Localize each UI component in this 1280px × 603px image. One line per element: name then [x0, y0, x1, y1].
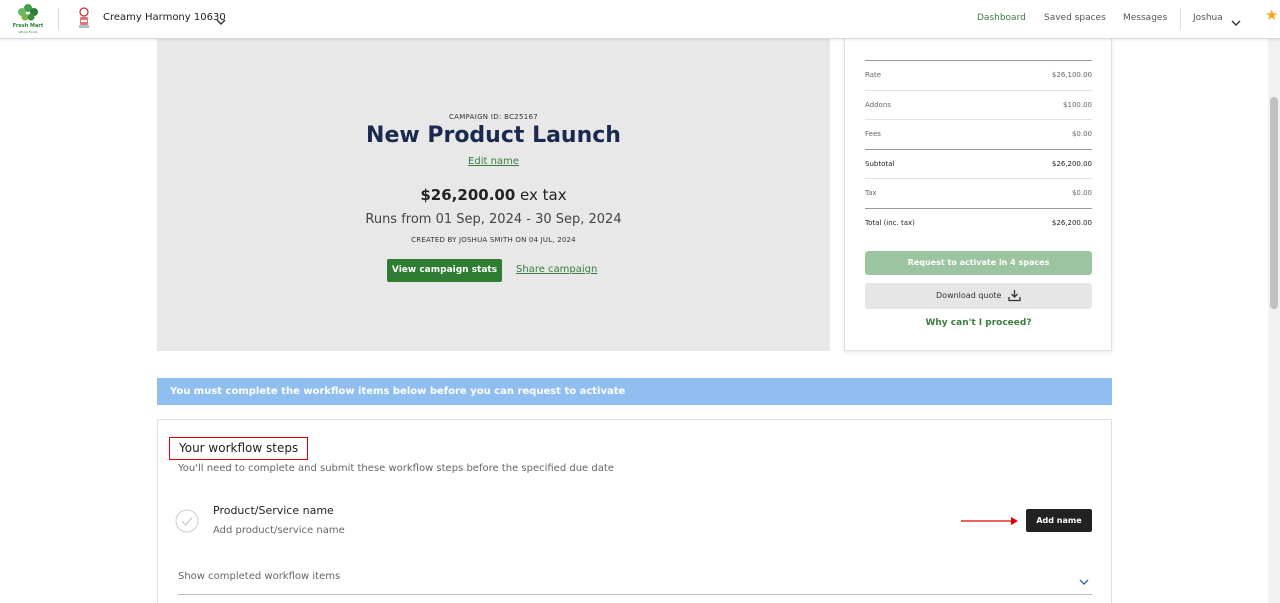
nav-divider: [58, 8, 59, 30]
price-row-total: Total (inc. tax) $26,200.00: [865, 208, 1092, 238]
add-name-button[interactable]: Add name: [1026, 509, 1092, 532]
price-row-label: Fees: [865, 130, 881, 138]
nav-saved-spaces-link[interactable]: Saved spaces: [1044, 13, 1106, 23]
price-row-rate: Rate $26,100.00: [865, 60, 1092, 90]
arrow-right-icon: [961, 512, 1021, 525]
price-row-tax: Tax $0.00: [865, 178, 1092, 208]
campaign-price: $26,200.00 ex tax: [157, 186, 830, 204]
price-suffix: ex tax: [515, 186, 567, 204]
logo-text: Fresh Mart: [12, 23, 44, 29]
nav-dashboard-link[interactable]: Dashboard: [977, 13, 1026, 23]
workflow-step-title: Product/Service name: [213, 504, 334, 517]
share-campaign-link[interactable]: Share campaign: [516, 264, 597, 275]
show-completed-toggle[interactable]: Show completed workflow items: [178, 571, 340, 582]
workflow-step-description: Add product/service name: [213, 525, 345, 536]
download-icon: [1008, 290, 1021, 302]
top-navigation: Fresh Mart Whole Foods Creamy Harmony 10…: [0, 0, 1280, 39]
price-row-value: $26,200.00: [1051, 160, 1092, 168]
user-menu[interactable]: Joshua: [1193, 13, 1223, 23]
star-icon[interactable]: ★: [1265, 8, 1278, 23]
price-row-fees: Fees $0.00: [865, 119, 1092, 149]
workflow-subtitle: You'll need to complete and submit these…: [178, 463, 614, 474]
price-row-label: Subtotal: [865, 160, 895, 168]
chevron-down-icon[interactable]: [216, 12, 226, 25]
nav-messages-link[interactable]: Messages: [1123, 13, 1167, 23]
workflow-card: Your workflow steps You'll need to compl…: [157, 419, 1112, 603]
workflow-warning-banner: You must complete the workflow items bel…: [157, 378, 1112, 405]
scrollbar-thumb[interactable]: [1270, 97, 1278, 309]
request-activate-button[interactable]: Request to activate in 4 spaces: [865, 251, 1092, 275]
price-row-label: Tax: [865, 189, 877, 197]
price-row-value: $0.00: [1071, 130, 1092, 138]
campaign-run-dates: Runs from 01 Sep, 2024 - 30 Sep, 2024: [365, 212, 622, 227]
price-row-label: Rate: [865, 71, 882, 79]
price-row-value: $26,100.00: [1051, 71, 1092, 79]
divider: [178, 594, 1092, 595]
price-row-label: Addons: [865, 101, 891, 109]
download-quote-button[interactable]: Download quote: [865, 283, 1092, 309]
campaign-title: New Product Launch: [366, 123, 621, 148]
edit-name-link[interactable]: Edit name: [157, 156, 830, 167]
price-row-value: $100.00: [1063, 101, 1092, 109]
chevron-down-icon[interactable]: [1079, 572, 1089, 585]
chevron-down-icon[interactable]: [1231, 13, 1241, 26]
store-icon: [75, 6, 93, 30]
why-cant-proceed-link[interactable]: Why can't I proceed?: [865, 318, 1092, 328]
store-name[interactable]: Creamy Harmony 10630: [103, 12, 226, 23]
download-quote-label: Download quote: [936, 291, 1002, 300]
check-circle-icon: [175, 509, 199, 533]
logo-icon[interactable]: Fresh Mart Whole Foods: [12, 3, 44, 35]
logo-subtext: Whole Foods: [18, 30, 38, 34]
workflow-title: Your workflow steps: [169, 437, 309, 460]
price-row-label: Total (inc. tax): [865, 219, 915, 227]
nav-divider: [1180, 8, 1181, 30]
pricing-summary-panel: Rate $26,100.00 Addons $100.00 Fees $0.0…: [844, 39, 1112, 351]
price-amount: $26,200.00: [420, 186, 516, 204]
campaign-created-by: CREATED BY JOSHUA SMITH ON 04 JUL, 2024: [411, 236, 576, 244]
price-row-subtotal: Subtotal $26,200.00: [865, 149, 1092, 179]
view-campaign-stats-button[interactable]: View campaign stats: [387, 259, 502, 282]
campaign-hero: CAMPAIGN ID: BC25167 New Product Launch …: [157, 39, 830, 351]
price-row-value: $0.00: [1071, 189, 1092, 197]
campaign-id: CAMPAIGN ID: BC25167: [448, 113, 539, 121]
price-row-value: $26,200.00: [1051, 219, 1092, 227]
page-scrollbar[interactable]: [1268, 39, 1280, 603]
price-row-addons: Addons $100.00: [865, 90, 1092, 120]
